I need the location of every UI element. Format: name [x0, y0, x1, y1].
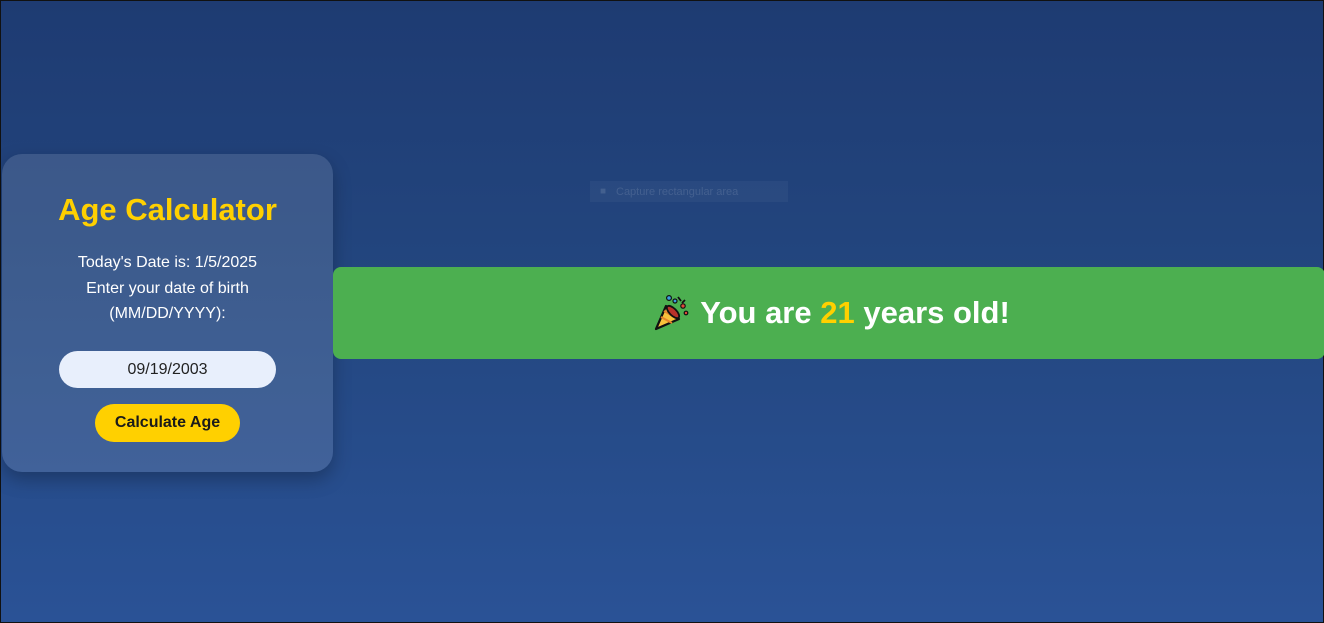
today-date-text: Today's Date is: 1/5/2025 [77, 254, 258, 271]
party-popper-icon [655, 294, 689, 331]
age-calculator-card: Age Calculator Today's Date is: 1/5/2025… [2, 154, 333, 472]
capture-overlay-hint: ■ Capture rectangular area [590, 181, 788, 202]
age-result-banner: You are 21 years old! [333, 267, 1324, 359]
page-title: Age Calculator [58, 192, 277, 227]
age-value: 21 [820, 295, 855, 330]
calculate-age-button[interactable]: Calculate Age [95, 404, 240, 442]
capture-overlay-label: Capture rectangular area [616, 185, 739, 198]
dob-prompt-label: Enter your date of birth (MM/DD/YYYY): [86, 280, 249, 322]
result-suffix: years old! [863, 295, 1010, 330]
dob-input[interactable] [59, 351, 276, 388]
capture-icon: ■ [599, 186, 607, 197]
result-prefix: You are [700, 295, 812, 330]
